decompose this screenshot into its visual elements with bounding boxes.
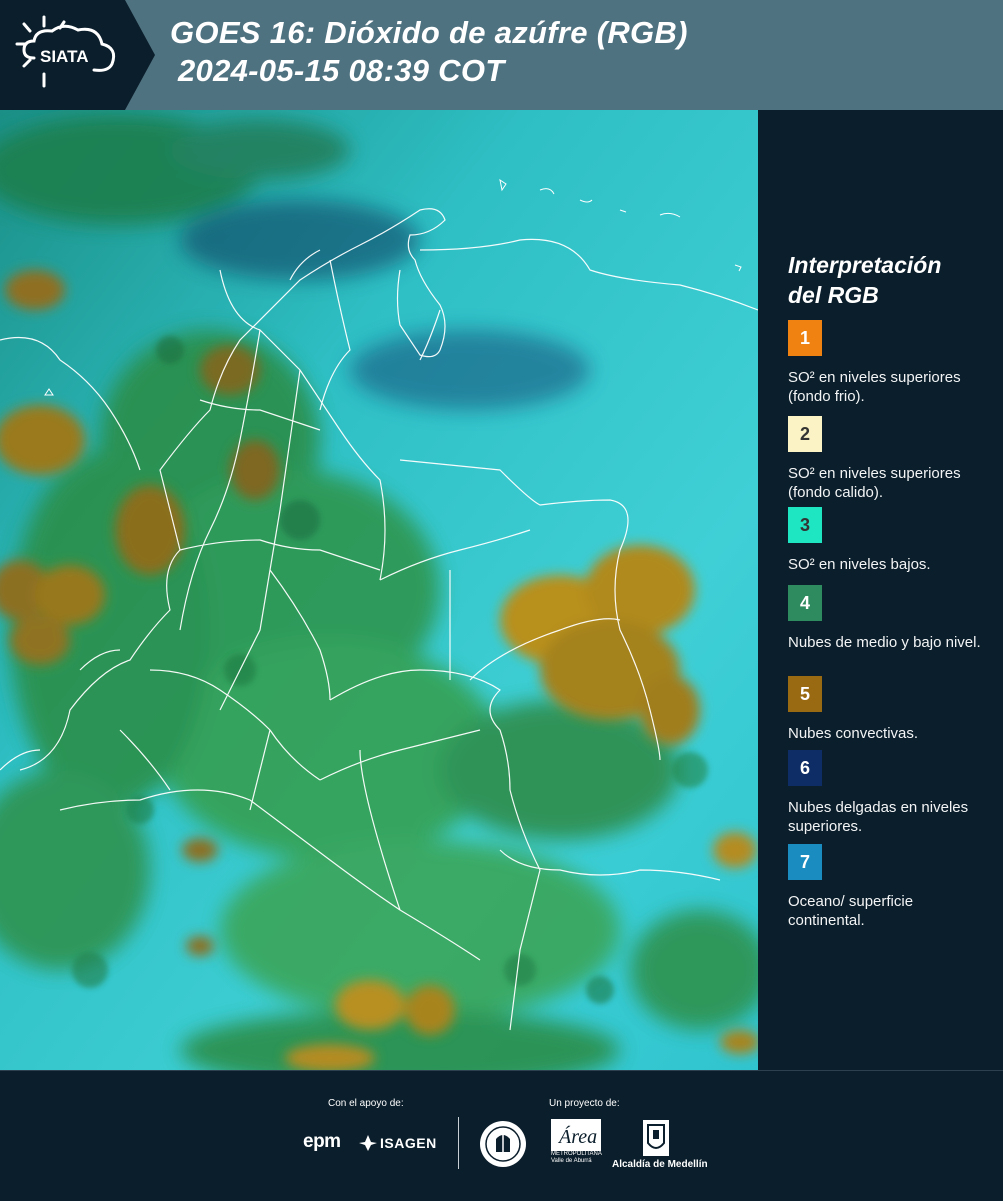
legend-panel: Interpretación del RGB 1 SO² en niveles … — [788, 250, 988, 929]
isagen-logo: ISAGEN — [380, 1135, 437, 1151]
legend-swatch-7: 7 — [788, 844, 822, 880]
area-metropolitana-logo-icon: Área — [551, 1119, 601, 1151]
svg-text:SIATA: SIATA — [40, 47, 88, 66]
legend-text-5: Nubes convectivas. — [788, 725, 919, 742]
title-line-2: 2024-05-15 08:39 COT — [178, 53, 505, 88]
legend-swatch-4: 4 — [788, 585, 822, 621]
legend-item-2: 2 SO² en niveles superiores (fondo calid… — [788, 416, 988, 502]
legend-swatch-3: 3 — [788, 507, 822, 543]
page-title: GOES 16: Dióxido de azúfre (RGB) 2024-05… — [170, 14, 688, 90]
svg-text:Área: Área — [557, 1125, 597, 1148]
alcaldia-shield-icon — [643, 1120, 669, 1156]
legend-swatch-1: 1 — [788, 320, 822, 356]
satellite-rgb-map — [0, 110, 758, 1070]
legend-item-4: 4 Nubes de medio y bajo nivel. — [788, 585, 988, 652]
logo-arrow — [125, 0, 155, 110]
satellite-image — [0, 110, 758, 1070]
legend-text-1: SO² en niveles superiores (fondo frio). — [788, 369, 961, 405]
legend-text-2: SO² en niveles superiores (fondo calido)… — [788, 465, 961, 501]
legend-item-3: 3 SO² en niveles bajos. — [788, 507, 988, 574]
header-band: SIATA GOES 16: Dióxido de azúfre (RGB) 2… — [0, 0, 1003, 110]
legend-swatch-5: 5 — [788, 676, 822, 712]
legend-item-1: 1 SO² en niveles superiores (fondo frio)… — [788, 320, 988, 406]
legend-text-3: SO² en niveles bajos. — [788, 556, 931, 573]
project-label: Un proyecto de: — [549, 1098, 620, 1109]
isagen-mark-icon — [359, 1135, 377, 1151]
footer: Con el apoyo de: Un proyecto de: epm ISA… — [0, 1070, 1003, 1201]
legend-text-6: Nubes delgadas en niveles superiores. — [788, 799, 969, 835]
footer-divider — [458, 1117, 459, 1169]
alcaldia-logo-text: Alcaldía de Medellín — [612, 1159, 708, 1170]
metro-text: METROPOLITANA Valle de Aburrá — [551, 1151, 602, 1164]
legend-item-7: 7 Oceano/ superficie continental. — [788, 844, 988, 930]
legend-swatch-6: 6 — [788, 750, 822, 786]
legend-text-4: Nubes de medio y bajo nivel. — [788, 634, 981, 651]
support-label: Con el apoyo de: — [328, 1098, 404, 1109]
legend-title: Interpretación del RGB — [788, 250, 988, 310]
epm-logo: epm — [303, 1131, 341, 1152]
siata-logo-icon: SIATA — [15, 15, 116, 88]
legend-text-7: Oceano/ superficie continental. — [788, 893, 914, 929]
logo-block: SIATA — [0, 0, 125, 110]
title-line-1: GOES 16: Dióxido de azúfre (RGB) — [170, 15, 688, 50]
medellin-seal-icon — [480, 1121, 526, 1167]
legend-swatch-2: 2 — [788, 416, 822, 452]
legend-title-line-2: del RGB — [788, 282, 879, 308]
legend-item-5: 5 Nubes convectivas. — [788, 676, 988, 743]
legend-title-line-1: Interpretación — [788, 252, 942, 278]
legend-item-6: 6 Nubes delgadas en niveles superiores. — [788, 750, 988, 836]
